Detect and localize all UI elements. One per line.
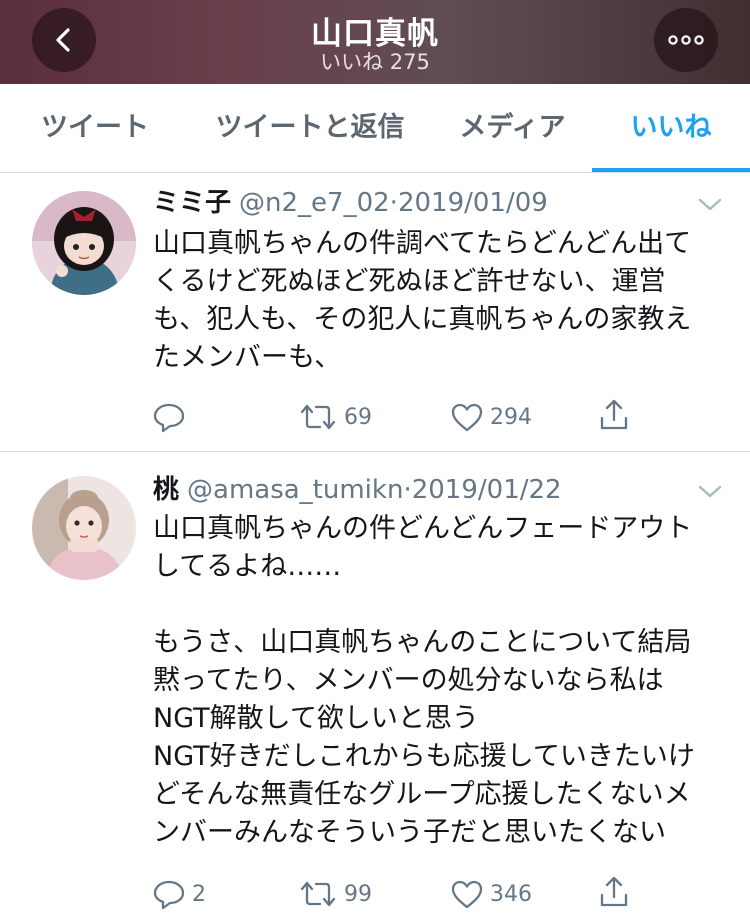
heart-icon [451, 403, 483, 432]
reply-count: 2 [192, 881, 206, 907]
avatar[interactable] [32, 191, 136, 295]
reply-button[interactable] [152, 399, 192, 435]
display-name[interactable]: ミミ子 [153, 188, 231, 218]
profile-header: 山口真帆 いいね 275 [0, 0, 750, 84]
tweet-meta: 桃 @amasa_tumikn·2019/01/22 [153, 470, 562, 510]
tweet-text-line [153, 586, 728, 624]
like-button[interactable]: 346 [450, 876, 532, 912]
reply-icon [153, 403, 185, 433]
likes-count-subtitle: いいね 275 [320, 50, 430, 74]
like-count: 346 [490, 881, 532, 907]
retweet-button[interactable]: 69 [298, 399, 372, 435]
tweet-text-line: もうさ、山口真帆ちゃんのことについて結局 [153, 627, 692, 658]
chevron-down-icon[interactable] [696, 195, 724, 215]
tweet-text-line: も、犯人も、その犯人に真帆ちゃんの家教え [153, 304, 692, 335]
tweet-text-line: 山口真帆ちゃんの件調べてたらどんどん出て [153, 228, 692, 259]
active-tab-indicator [592, 168, 750, 172]
more-horizontal-icon [668, 35, 704, 45]
tweet-text-line: どそんな無責任なグループ応援したくないメ [153, 779, 691, 810]
tab-media[interactable]: メディア [440, 84, 585, 172]
tweet-text-line: NGT解散して欲しいと思う [153, 703, 479, 734]
more-button[interactable] [654, 8, 718, 72]
retweet-count: 69 [344, 404, 372, 430]
tweet[interactable]: 桃 @amasa_tumikn·2019/01/22 山口真帆ちゃんの件どんどんフ… [0, 452, 750, 915]
user-handle[interactable]: @amasa_tumikn [187, 475, 403, 505]
tab-likes[interactable]: いいね [592, 84, 750, 172]
display-name[interactable]: 桃 [153, 475, 179, 505]
reply-button[interactable]: 2 [152, 876, 206, 912]
chevron-down-icon[interactable] [696, 482, 724, 502]
retweet-icon [300, 404, 336, 430]
tweet-text: 山口真帆ちゃんの件どんどんフェードアウト してるよね…… もうさ、山口真帆ちゃん… [153, 510, 728, 852]
retweet-icon [300, 881, 336, 907]
share-icon [600, 876, 628, 907]
like-count: 294 [490, 404, 532, 430]
retweet-count: 99 [344, 881, 372, 907]
retweet-button[interactable]: 99 [298, 876, 372, 912]
like-button[interactable]: 294 [450, 399, 532, 435]
avatar[interactable] [32, 476, 136, 580]
user-handle[interactable]: @n2_e7_02 [239, 188, 390, 218]
share-button[interactable] [598, 397, 630, 433]
tweet-date[interactable]: 2019/01/09 [398, 188, 548, 218]
tweet-text-line: してるよね…… [153, 551, 342, 582]
tweet-text-line: ンバーみんなそういう子だと思いたくない [153, 817, 666, 848]
tab-tweets[interactable]: ツイート [20, 84, 170, 172]
tweet-text: 山口真帆ちゃんの件調べてたらどんどん出て くるけど死ぬほど死ぬほど許せない、運営… [153, 225, 728, 377]
tweet-meta: ミミ子 @n2_e7_02·2019/01/09 [153, 183, 548, 223]
tweet-text-line: たメンバーも、 [153, 342, 342, 373]
heart-icon [451, 880, 483, 909]
tweet-text-line: 山口真帆ちゃんの件どんどんフェードアウト [153, 513, 693, 544]
share-icon [600, 399, 628, 430]
profile-tabs: ツイート ツイートと返信 メディア いいね [0, 84, 750, 173]
tweet-text-line: くるけど死ぬほど死ぬほど許せない、運営 [153, 266, 666, 297]
tweet-date[interactable]: 2019/01/22 [412, 475, 562, 505]
tab-tweets-and-replies[interactable]: ツイートと返信 [200, 84, 420, 172]
tweet[interactable]: ミミ子 @n2_e7_02·2019/01/09 山口真帆ちゃんの件調べてたらどん… [0, 173, 750, 452]
meta-separator: · [389, 188, 398, 218]
share-button[interactable] [598, 874, 630, 910]
meta-separator: · [403, 475, 412, 505]
tweet-text-line: NGT好きだしこれからも応援していきたいけ [153, 741, 695, 772]
tweet-text-line: 黙ってたり、メンバーの処分ないなら私は [153, 665, 664, 696]
reply-icon [153, 880, 185, 910]
